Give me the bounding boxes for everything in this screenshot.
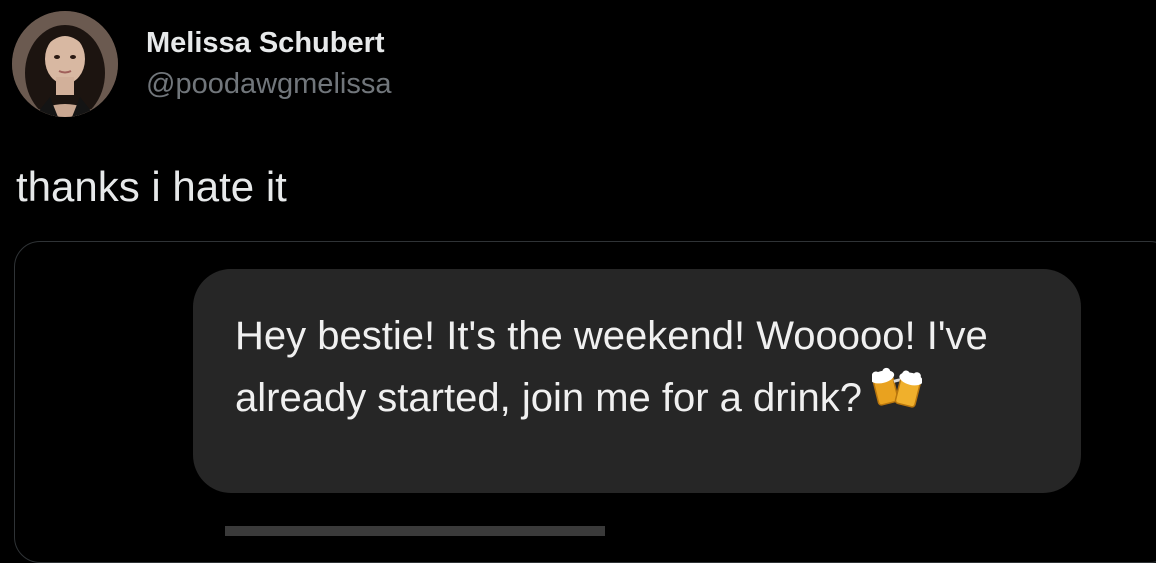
message-text-container: Hey bestie! It's the weekend! Wooooo! I'…: [235, 305, 1055, 429]
tweet-text: thanks i hate it: [16, 163, 287, 210]
avatar[interactable]: [12, 11, 118, 117]
tweet-header: Melissa Schubert @poodawgmelissa: [12, 11, 391, 117]
media-card[interactable]: Hey bestie! It's the weekend! Wooooo! I'…: [14, 241, 1156, 563]
author-names: Melissa Schubert @poodawgmelissa: [146, 25, 391, 103]
message-bubble: Hey bestie! It's the weekend! Wooooo! I'…: [193, 269, 1081, 493]
photo-preview-edge: [225, 526, 605, 536]
beer-mugs-icon: [870, 365, 923, 427]
user-handle[interactable]: @poodawgmelissa: [146, 65, 391, 103]
display-name[interactable]: Melissa Schubert: [146, 25, 391, 61]
profile-photo-icon: [12, 11, 118, 117]
